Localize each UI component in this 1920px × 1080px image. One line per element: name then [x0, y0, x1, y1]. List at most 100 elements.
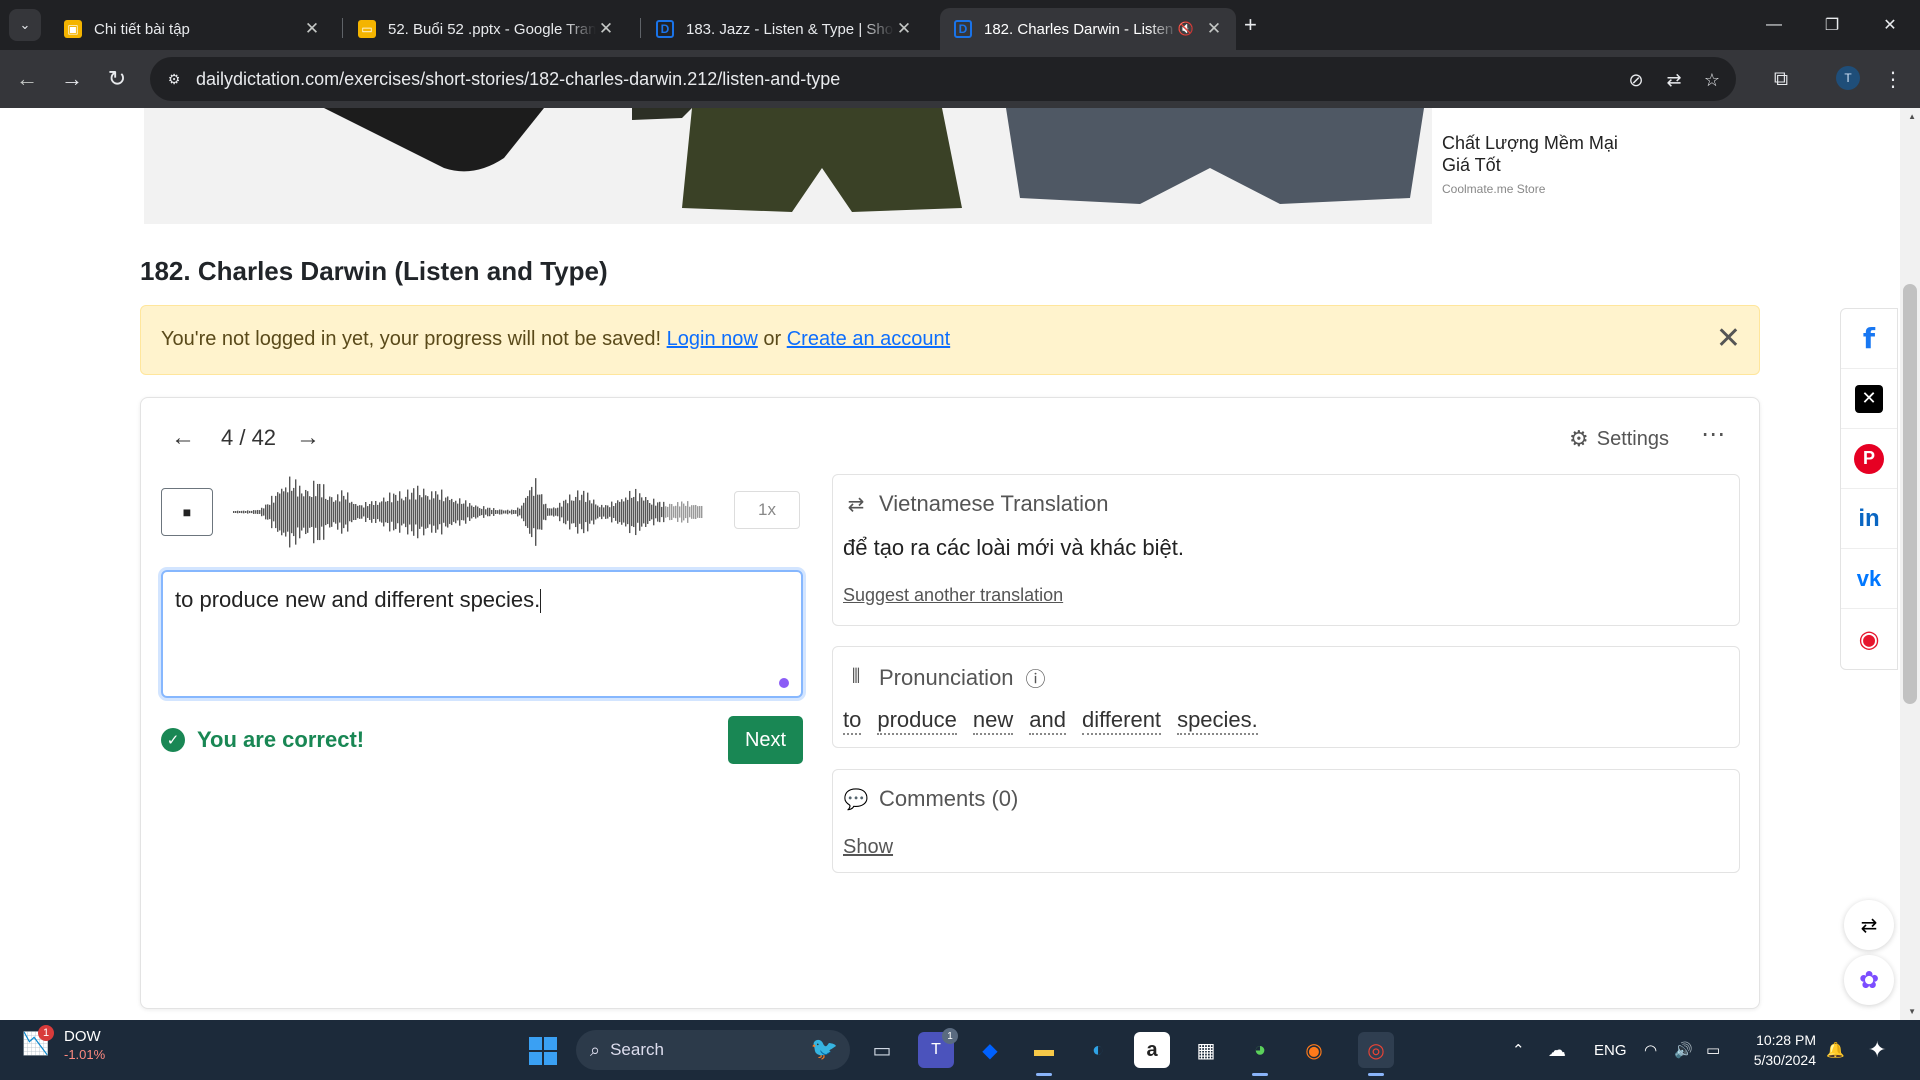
playback-speed-button[interactable]: 1x [734, 491, 800, 529]
back-button[interactable]: ← [10, 62, 44, 96]
dropbox-icon[interactable]: ◆ [972, 1032, 1008, 1068]
pronunciation-word[interactable]: to [843, 707, 862, 735]
close-icon[interactable]: ✕ [596, 19, 616, 39]
menu-kebab-icon[interactable]: ⋮ [1876, 62, 1910, 96]
reload-button[interactable]: ↻ [100, 62, 134, 96]
close-icon: ✕ [1715, 322, 1741, 355]
translate-icon: ⇄ [847, 493, 865, 516]
ad-product-image[interactable] [144, 108, 568, 222]
start-button[interactable] [529, 1037, 557, 1065]
teams-icon[interactable]: T1 [918, 1028, 958, 1068]
pronunciation-heading: ⦀ Pronunciation ⓘ [843, 663, 1046, 692]
file-explorer-icon[interactable]: ▬ [1026, 1032, 1062, 1076]
pronunciation-word[interactable]: new [972, 707, 1014, 735]
muted-speaker-icon[interactable]: 🔇 [1178, 21, 1194, 37]
answer-input[interactable]: to produce new and different species. [161, 570, 803, 698]
show-hidden-icons[interactable]: ⌃ [1512, 1020, 1525, 1080]
next-sentence-button[interactable]: → [296, 424, 320, 452]
task-view-icon[interactable]: ▭ [864, 1032, 900, 1068]
forward-button[interactable]: → [55, 62, 89, 96]
stock-name: DOW [64, 1028, 101, 1045]
chrome-icon[interactable]: ◎ [1358, 1032, 1394, 1076]
weibo-share-button[interactable]: ◉ [1841, 609, 1897, 669]
site-settings-icon[interactable]: ⚙ [164, 69, 184, 89]
system-clock[interactable]: 10:28 PM 5/30/2024 [1740, 1030, 1816, 1070]
alert-message: You're not logged in yet, your progress … [161, 328, 662, 350]
page-scrollbar[interactable]: ▲ ▼ [1900, 108, 1920, 1020]
address-bar[interactable]: ⚙ dailydictation.com/exercises/short-sto… [150, 57, 1736, 101]
suggest-translation-link[interactable]: Suggest another translation [843, 585, 1063, 606]
bookmark-star-icon[interactable]: ☆ [1700, 68, 1724, 92]
close-icon[interactable]: ✕ [1204, 19, 1224, 39]
ad-product-image[interactable] [572, 108, 996, 222]
pinterest-share-button[interactable]: P [1841, 429, 1897, 489]
stocks-widget[interactable]: 📉 1 DOW -1.01% [22, 1025, 105, 1064]
scroll-down-arrow[interactable]: ▼ [1908, 1007, 1916, 1016]
ad-text[interactable]: Chất Lượng Mềm Mại Giá Tốt Coolmate.me S… [1432, 108, 1640, 224]
scroll-up-arrow[interactable]: ▲ [1908, 112, 1916, 121]
vk-share-button[interactable]: vk [1841, 549, 1897, 609]
comments-panel: 💬 Comments (0) Show [832, 769, 1740, 873]
stop-button[interactable]: ■ [161, 488, 213, 536]
wifi-icon[interactable]: ◠ [1644, 1020, 1657, 1080]
translate-icon[interactable]: ⇄ [1662, 68, 1686, 92]
alert-text: You're not logged in yet, your progress … [161, 328, 950, 351]
show-comments-link[interactable]: Show [843, 836, 893, 859]
volume-icon[interactable]: 🔊 [1674, 1020, 1693, 1080]
close-icon[interactable]: ✕ [894, 19, 914, 39]
page-viewport: Chất Lượng Mềm Mại Giá Tốt Coolmate.me S… [0, 108, 1920, 1020]
comments-heading-text: Comments (0) [879, 786, 1019, 811]
tab-jazz[interactable]: D 183. Jazz - Listen & Type | Short ✕ [642, 8, 926, 50]
facebook-share-button[interactable]: f [1841, 309, 1897, 369]
close-icon[interactable]: ✕ [302, 19, 322, 39]
new-tab-button[interactable]: + [1244, 12, 1257, 38]
tab-title: Chi tiết bài tập [94, 20, 190, 38]
info-icon[interactable]: ⓘ [1026, 663, 1046, 692]
language-indicator[interactable]: ENG [1594, 1020, 1627, 1080]
minimize-button[interactable]: — [1745, 0, 1803, 50]
tab-chi-tiet-bai-tap[interactable]: ▣ Chi tiết bài tập ✕ [50, 8, 334, 50]
ad-title[interactable]: Chất Lượng Mềm Mại Giá Tốt [1442, 132, 1640, 176]
close-window-button[interactable]: ✕ [1861, 0, 1919, 50]
amazon-icon[interactable]: a [1134, 1032, 1170, 1068]
more-options-button[interactable]: ⋯ [1701, 420, 1726, 449]
edge-icon[interactable]: ◐ [1080, 1032, 1116, 1068]
battery-icon[interactable]: ▭ [1706, 1020, 1720, 1080]
tab-google-slides[interactable]: ▭ 52. Buổi 52 .pptx - Google Trang ✕ [344, 8, 628, 50]
teams-badge: 1 [942, 1028, 958, 1044]
pronunciation-word[interactable]: different [1081, 707, 1162, 735]
microsoft-store-icon[interactable]: ▦ [1188, 1032, 1224, 1068]
pronunciation-word[interactable]: produce [877, 707, 957, 735]
tab-charles-darwin[interactable]: D 182. Charles Darwin - Listen 🔇 ✕ [940, 8, 1236, 50]
create-account-link[interactable]: Create an account [787, 328, 950, 350]
next-button[interactable]: Next [728, 716, 803, 764]
profile-avatar[interactable]: T [1836, 66, 1860, 90]
ai-assistant-button[interactable]: ✿ [1844, 955, 1894, 1005]
firefox-icon[interactable]: ◉ [1296, 1032, 1332, 1068]
ad-product-image[interactable] [1000, 108, 1424, 222]
x-share-button[interactable]: ✕ [1841, 369, 1897, 429]
alert-close-button[interactable]: ✕ [1716, 322, 1741, 356]
settings-button[interactable]: ⚙ Settings [1569, 426, 1669, 452]
grammar-assistant-dot[interactable] [779, 678, 789, 688]
audio-waveform[interactable] [233, 472, 733, 552]
translate-extension-button[interactable]: ⇄ [1844, 900, 1894, 950]
onedrive-icon[interactable]: ☁ [1548, 1020, 1566, 1080]
extensions-icon[interactable]: ⧉ [1764, 62, 1798, 96]
login-link[interactable]: Login now [667, 328, 758, 350]
pronunciation-word[interactable]: species. [1177, 707, 1258, 735]
previous-sentence-button[interactable]: ← [171, 424, 195, 452]
eye-off-icon[interactable]: ⊘ [1624, 68, 1648, 92]
scrollbar-thumb[interactable] [1903, 284, 1917, 704]
restore-button[interactable]: ❐ [1803, 0, 1861, 50]
url-text[interactable]: dailydictation.com/exercises/short-stori… [196, 69, 840, 90]
tab-title: 182. Charles Darwin - Listen [984, 20, 1174, 38]
pronunciation-word[interactable]: and [1029, 707, 1066, 735]
copilot-icon[interactable]: ✦ [1868, 1020, 1886, 1080]
tab-search-button[interactable]: ⌄ [9, 9, 41, 41]
coccoc-icon[interactable]: ◕ [1242, 1032, 1278, 1076]
ad-banner[interactable]: Chất Lượng Mềm Mại Giá Tốt Coolmate.me S… [144, 108, 1640, 224]
taskbar-search[interactable]: ⌕ Search 🐦 [576, 1030, 850, 1070]
linkedin-share-button[interactable]: in [1841, 489, 1897, 549]
notification-bell-icon[interactable]: 🔔 [1826, 1020, 1845, 1080]
